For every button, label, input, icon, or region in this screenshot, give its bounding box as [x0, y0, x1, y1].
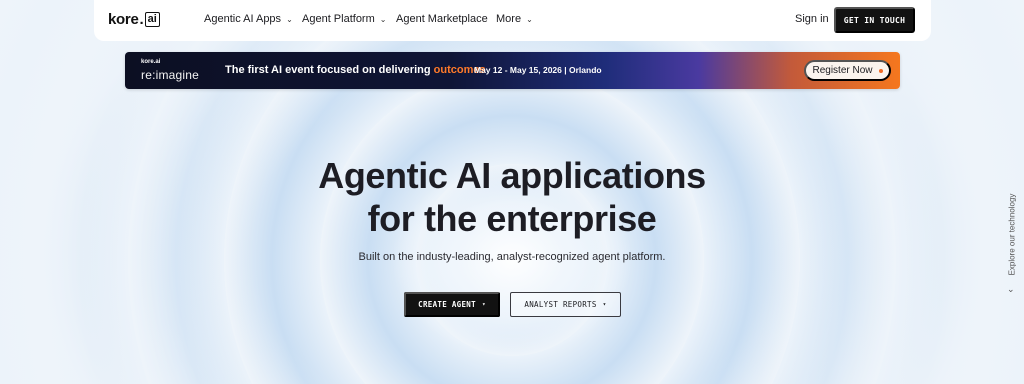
chevron-down-icon: ⌄ [1007, 284, 1015, 294]
explore-technology-label: Explore our technology [1007, 193, 1017, 276]
nav-item-agentic-ai-apps[interactable]: Agentic AI Apps ⌄ [204, 13, 293, 25]
kore-ai-logo[interactable]: kore . ai [108, 11, 160, 28]
nav-item-label: Agentic AI Apps [204, 13, 282, 25]
hero-subtitle: Built on the industy-leading, analyst-re… [358, 251, 666, 263]
logo-wordmark: kore [108, 11, 139, 28]
hero-title-line1: Agentic AI applications [318, 155, 706, 196]
dot-icon [878, 68, 883, 73]
explore-technology-scroll-cue[interactable]: Explore our technology ⌄ [1005, 180, 1019, 300]
reimagine-logo: kore.ai re:imagine [141, 59, 199, 83]
create-agent-label: CREATE AGENT [418, 300, 476, 309]
event-banner[interactable]: kore.ai re:imagine The first AI event fo… [125, 52, 900, 89]
caret-down-icon: ▾ [602, 301, 607, 308]
nav-item-label: Agent Marketplace [396, 13, 488, 25]
banner-logo-small: kore.ai [141, 59, 161, 65]
nav-item-label: More [496, 13, 522, 25]
banner-headline: The first AI event focused on delivering… [225, 64, 486, 76]
create-agent-button[interactable]: CREATE AGENT ▾ [404, 292, 500, 317]
nav-item-more[interactable]: More ⌄ [496, 13, 533, 25]
analyst-reports-label: ANALYST REPORTS [524, 300, 597, 309]
register-now-label: Register Now [812, 65, 873, 76]
chevron-down-icon: ⌄ [379, 14, 387, 24]
banner-event-date: May 12 - May 15, 2026 | Orlando [474, 65, 602, 75]
logo-dot: . [139, 11, 144, 28]
banner-headline-text: The first AI event focused on delivering [225, 64, 434, 76]
top-navigation: kore . ai Agentic AI Apps ⌄ Agent Platfo… [94, 0, 931, 41]
get-in-touch-button[interactable]: GET IN TOUCH [834, 7, 915, 33]
hero-title: Agentic AI applications for the enterpri… [212, 154, 812, 240]
banner-logo-big: re:imagine [141, 68, 200, 82]
logo-ai-box: ai [144, 12, 160, 27]
sign-in-link[interactable]: Sign in [795, 13, 829, 25]
nav-item-agent-platform[interactable]: Agent Platform ⌄ [302, 13, 386, 25]
caret-down-icon: ▾ [481, 301, 486, 308]
nav-item-label: Agent Platform [302, 13, 375, 25]
chevron-down-icon: ⌄ [286, 14, 293, 24]
analyst-reports-button[interactable]: ANALYST REPORTS ▾ [510, 292, 621, 317]
register-now-button[interactable]: Register Now [804, 60, 891, 81]
nav-item-agent-marketplace[interactable]: Agent Marketplace [396, 13, 488, 25]
chevron-down-icon: ⌄ [526, 14, 533, 24]
hero-title-line2: for the enterprise [367, 198, 657, 239]
